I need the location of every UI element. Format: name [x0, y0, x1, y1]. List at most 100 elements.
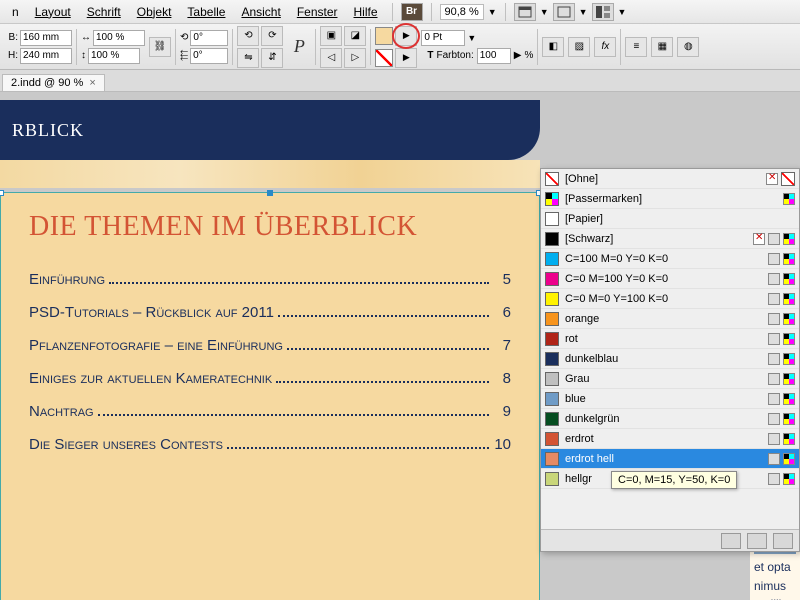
zoom-field[interactable]: 90,8 %: [440, 4, 484, 20]
menu-item[interactable]: Hilfe: [348, 3, 384, 21]
tab-bar: 2.indd @ 90 % ×: [0, 70, 800, 92]
wrap-none-icon[interactable]: ≡: [625, 37, 647, 57]
new-swatch-icon[interactable]: [747, 533, 767, 549]
dropdown-icon[interactable]: ▼: [488, 7, 497, 17]
paragraph-icon[interactable]: P: [287, 35, 311, 59]
separator: [431, 3, 432, 21]
swatch-flag-icon: [783, 433, 795, 445]
swatch-row[interactable]: dunkelblau: [541, 349, 799, 369]
scale-x-field[interactable]: [93, 30, 145, 46]
menu-item[interactable]: Ansicht: [235, 3, 286, 21]
tab-label: 2.indd @ 90 %: [11, 77, 83, 89]
swatch-row[interactable]: [Passermarken]: [541, 189, 799, 209]
close-icon[interactable]: ×: [89, 77, 95, 89]
select-container-icon[interactable]: ▣: [320, 26, 342, 46]
arrange-icon[interactable]: [592, 3, 614, 21]
swatch-row[interactable]: [Ohne]: [541, 169, 799, 189]
scale-y-field[interactable]: [88, 48, 140, 64]
rotation-field[interactable]: [190, 30, 228, 46]
swatch-row[interactable]: C=0 M=100 Y=0 K=0: [541, 269, 799, 289]
menu-item[interactable]: Layout: [29, 3, 77, 21]
dropdown-icon[interactable]: ▼: [579, 7, 588, 17]
swatch-flag-icon: [783, 413, 795, 425]
swatch-row[interactable]: erdrot: [541, 429, 799, 449]
select-next-icon[interactable]: ▷: [344, 48, 366, 68]
dropdown-icon[interactable]: ▼: [467, 33, 476, 43]
toc-title: Einiges zur aktuellen Kameratechnik: [29, 370, 272, 387]
page-heading: DIE THEMEN IM ÜBERBLICK: [29, 211, 511, 243]
swatch-flag-icon: [768, 293, 780, 305]
menu-item[interactable]: Fenster: [291, 3, 344, 21]
farbton-field[interactable]: [477, 48, 511, 64]
swatch-row[interactable]: C=100 M=0 Y=0 K=0: [541, 249, 799, 269]
toc-page: 8: [493, 370, 511, 387]
rotate-cw-icon[interactable]: ⟳: [261, 26, 283, 46]
separator: [537, 29, 538, 65]
menu-item[interactable]: Objekt: [131, 3, 178, 21]
bridge-icon[interactable]: Br: [401, 3, 423, 21]
page-banner: RBLICK: [0, 100, 540, 160]
toc-page: 10: [493, 436, 511, 453]
delete-swatch-icon[interactable]: [773, 533, 793, 549]
text-frame[interactable]: DIE THEMEN IM ÜBERBLICK Einführung5PSD-T…: [0, 192, 540, 600]
menu-item[interactable]: Tabelle: [181, 3, 231, 21]
swatch-row[interactable]: [Schwarz]: [541, 229, 799, 249]
swatch-row[interactable]: Grau: [541, 369, 799, 389]
swatch-flag-icon: [768, 373, 780, 385]
fill-chip[interactable]: [375, 27, 393, 45]
swatch-chip: [545, 312, 559, 326]
dropdown-icon[interactable]: ▼: [540, 7, 549, 17]
stroke-weight-field[interactable]: [421, 30, 465, 46]
drop-shadow-icon[interactable]: ▨: [568, 37, 590, 57]
select-prev-icon[interactable]: ◁: [320, 48, 342, 68]
scale-x-icon: ↔: [81, 32, 91, 43]
new-swatch-folder-icon[interactable]: [721, 533, 741, 549]
dropdown-icon[interactable]: ▼: [618, 7, 627, 17]
selection-handle[interactable]: [0, 190, 4, 196]
select-content-icon[interactable]: ◪: [344, 26, 366, 46]
swatches-panel[interactable]: [Ohne][Passermarken][Papier][Schwarz]C=1…: [540, 168, 800, 552]
panel-footer: [541, 529, 799, 551]
width-field[interactable]: [20, 30, 72, 46]
separator: [232, 29, 233, 65]
flip-v-icon[interactable]: ⇵: [261, 48, 283, 68]
farbton-pct: %: [524, 50, 533, 61]
swatch-chip: [545, 292, 559, 306]
fx-icon[interactable]: fx: [594, 37, 616, 57]
wrap-shape-icon[interactable]: ◍: [677, 37, 699, 57]
menu-item[interactable]: n: [6, 3, 25, 21]
tooltip: C=0, M=15, Y=50, K=0: [611, 471, 737, 489]
swatch-flag-icon: [783, 273, 795, 285]
toc-row: Einführung5: [29, 271, 511, 288]
swatch-row[interactable]: rot: [541, 329, 799, 349]
swatch-flag-icon: [766, 173, 778, 185]
rotate-ccw-icon[interactable]: ⟲: [237, 26, 259, 46]
swatch-row[interactable]: orange: [541, 309, 799, 329]
menu-item[interactable]: Schrift: [81, 3, 127, 21]
percent-icon: ▶: [514, 50, 522, 61]
view-mode-icon[interactable]: [514, 3, 536, 21]
height-label: H:: [4, 50, 18, 61]
selection-handle[interactable]: [267, 190, 273, 196]
toc-title: Einführung: [29, 271, 105, 288]
link-scale-icon[interactable]: ⛓: [149, 37, 171, 57]
effects-icon[interactable]: ◧: [542, 37, 564, 57]
swatch-flag-icon: [768, 393, 780, 405]
swatch-name: erdrot hell: [565, 453, 762, 465]
wrap-bound-icon[interactable]: ▦: [651, 37, 673, 57]
swatch-flag-icon: [768, 253, 780, 265]
swatch-row[interactable]: erdrot hell: [541, 449, 799, 469]
stroke-dropdown-icon[interactable]: ▶: [395, 48, 417, 68]
fill-dropdown-icon[interactable]: ▶: [395, 26, 417, 46]
document-tab[interactable]: 2.indd @ 90 % ×: [2, 74, 105, 91]
flip-h-icon[interactable]: ⇋: [237, 48, 259, 68]
height-field[interactable]: [20, 48, 72, 64]
swatch-row[interactable]: blue: [541, 389, 799, 409]
swatch-name: rot: [565, 333, 762, 345]
swatch-row[interactable]: dunkelgrün: [541, 409, 799, 429]
swatch-row[interactable]: [Papier]: [541, 209, 799, 229]
stroke-chip[interactable]: [375, 49, 393, 67]
screen-mode-icon[interactable]: [553, 3, 575, 21]
shear-field[interactable]: [190, 48, 228, 64]
swatch-row[interactable]: C=0 M=0 Y=100 K=0: [541, 289, 799, 309]
